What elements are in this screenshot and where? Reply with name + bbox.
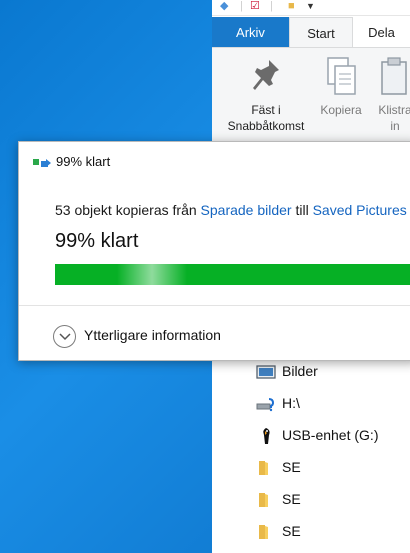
nav-item-label: SE xyxy=(282,491,301,507)
toolbar-divider: | xyxy=(240,0,243,12)
nav-item-label: Bilder xyxy=(282,363,318,379)
copy-label: Kopiera xyxy=(320,103,362,117)
copy-description-prefix: 53 objekt kopieras från xyxy=(55,202,201,218)
progress-bar xyxy=(55,264,410,285)
copy-description: 53 objekt kopieras från Sparade bilder t… xyxy=(55,202,407,218)
properties-icon[interactable]: ☑ xyxy=(250,0,260,12)
copy-description-mid: till xyxy=(291,202,313,218)
dialog-title: 99% klart xyxy=(33,152,110,172)
drive-icon xyxy=(256,398,275,412)
tab-arkiv[interactable]: Arkiv xyxy=(212,17,289,48)
nav-item-se-folder[interactable]: SE xyxy=(256,515,301,547)
nav-item-se-folder[interactable]: SE xyxy=(256,483,301,515)
copy-icon xyxy=(327,57,356,95)
percent-complete-text: 99% klart xyxy=(55,230,139,252)
pin-to-quick-access-button[interactable]: Fäst i Snabbåtkomst xyxy=(218,48,314,134)
destination-folder-link[interactable]: Saved Pictures xyxy=(313,202,407,218)
paste-label-line1: Klistra xyxy=(378,103,410,117)
copy-progress-dialog: 99% klart 53 objekt kopieras från Sparad… xyxy=(18,141,410,361)
pin-label-line2: Snabbåtkomst xyxy=(227,119,305,133)
quick-access-toolbar: ◆ | ☑ | ■ ▼ xyxy=(212,0,410,16)
more-details-label: Ytterligare information xyxy=(84,327,221,343)
pin-label-line1: Fäst i xyxy=(251,103,281,117)
dialog-divider xyxy=(19,305,410,306)
paste-button[interactable]: Klistra in xyxy=(370,48,410,134)
nav-item-label: SE xyxy=(282,523,301,539)
paste-label-line2: in xyxy=(390,119,400,133)
toolbar-divider: | xyxy=(270,0,273,12)
folder-icon xyxy=(259,493,268,508)
copy-button[interactable]: Kopiera xyxy=(312,48,370,118)
file-copy-icon xyxy=(33,158,51,167)
ribbon-tabs: Arkiv Start Dela xyxy=(212,17,410,48)
source-folder-link[interactable]: Sparade bilder xyxy=(201,202,292,218)
paste-icon xyxy=(381,57,407,95)
tab-start[interactable]: Start xyxy=(289,17,353,48)
explorer-app-icon[interactable]: ◆ xyxy=(220,0,228,12)
nav-item-usb-drive[interactable]: USB-enhet (G:) xyxy=(256,419,378,451)
customize-toolbar-icon[interactable]: ▼ xyxy=(306,0,315,12)
dialog-title-text: 99% klart xyxy=(56,154,111,169)
nav-item-label: USB-enhet (G:) xyxy=(282,427,379,443)
pin-icon xyxy=(253,60,279,90)
new-folder-icon[interactable]: ■ xyxy=(288,0,295,12)
pictures-icon xyxy=(256,365,276,379)
chevron-down-icon xyxy=(53,324,76,348)
folder-icon xyxy=(259,461,268,476)
nav-item-se-folder[interactable]: SE xyxy=(256,451,301,483)
nav-item-h-drive[interactable]: H:\ xyxy=(256,387,300,419)
progress-bar-fill xyxy=(55,264,410,285)
more-details-toggle[interactable]: Ytterligare information xyxy=(53,322,221,348)
nav-item-label: H:\ xyxy=(282,395,300,411)
usb-drive-icon xyxy=(263,428,270,445)
ribbon-body: Fäst i Snabbåtkomst Kopiera Klistra in xyxy=(212,47,410,143)
folder-icon xyxy=(259,525,268,540)
nav-item-label: SE xyxy=(282,459,301,475)
tab-dela[interactable]: Dela xyxy=(353,17,410,48)
